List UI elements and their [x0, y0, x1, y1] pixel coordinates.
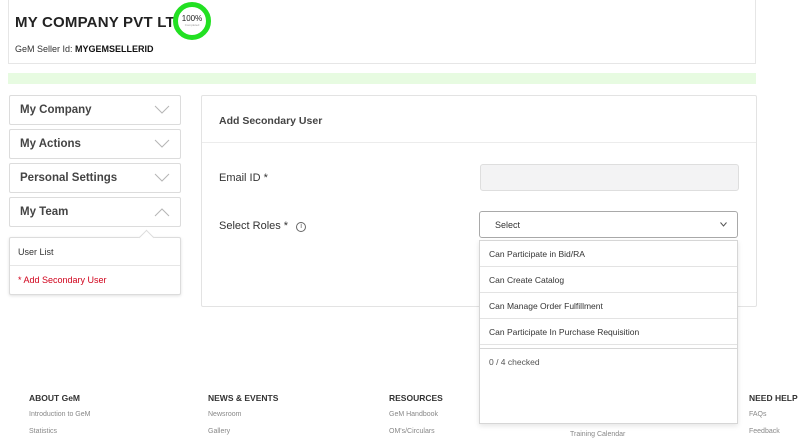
email-label: Email ID * [219, 172, 268, 184]
role-option-bid-ra[interactable]: Can Participate in Bid/RA [480, 241, 737, 267]
footer-column-resources: RESOURCES GeM Handbook OM's/Circulars [389, 393, 443, 445]
roles-label: Select Roles * [219, 220, 289, 232]
roles-select[interactable]: Select [479, 211, 738, 238]
footer-heading: NEED HELP [749, 393, 798, 403]
footer-link[interactable]: OM's/Circulars [389, 428, 443, 435]
divider [202, 142, 756, 143]
footer-column-news: NEWS & EVENTS Newsroom Gallery [208, 393, 278, 445]
seller-id: GeM Seller Id: MYGEMSELLERID [15, 44, 154, 54]
sidebar-item-label: My Company [20, 104, 92, 116]
footer-link[interactable]: FAQs [749, 411, 798, 418]
notification-bar [8, 73, 756, 84]
sidebar-item-label: My Team [20, 206, 69, 218]
submenu-item-add-secondary-user[interactable]: * Add Secondary User [10, 266, 180, 294]
email-field[interactable] [480, 164, 739, 191]
sidebar-item-my-company[interactable]: My Company [9, 95, 181, 125]
footer-heading: RESOURCES [389, 393, 443, 403]
sidebar-item-my-team[interactable]: My Team [9, 197, 181, 227]
chevron-down-icon [154, 173, 170, 182]
sidebar-item-label: Personal Settings [20, 172, 118, 184]
seller-id-label: GeM Seller Id: [15, 44, 76, 54]
roles-select-value: Select [495, 219, 521, 230]
panel-title: Add Secondary User [219, 115, 323, 127]
footer-column-help: NEED HELP FAQs Feedback [749, 393, 798, 445]
sidebar-item-label: My Actions [20, 138, 81, 150]
sidebar-item-my-actions[interactable]: My Actions [9, 129, 181, 159]
footer-link[interactable]: GeM Handbook [389, 411, 443, 418]
seller-id-value: MYGEMSELLERID [75, 44, 154, 54]
role-option-order-fulfillment[interactable]: Can Manage Order Fulfillment [480, 293, 737, 319]
role-option-purchase-requisition[interactable]: Can Participate In Purchase Requisition [480, 319, 737, 345]
company-name: MY COMPANY PVT LTD [15, 14, 186, 31]
chevron-down-icon [154, 139, 170, 148]
company-header: MY COMPANY PVT LTD 100% Completed GeM Se… [8, 0, 756, 64]
my-team-submenu: User List * Add Secondary User [9, 237, 181, 295]
footer-link[interactable]: Newsroom [208, 411, 278, 418]
profile-completion-ring: 100% Completed [173, 2, 211, 40]
roles-label-row: Select Roles * i [219, 220, 307, 232]
submenu-item-user-list[interactable]: User List [10, 238, 180, 266]
role-option-create-catalog[interactable]: Can Create Catalog [480, 267, 737, 293]
footer-heading: NEWS & EVENTS [208, 393, 279, 403]
profile-completion-sub: Completed [184, 23, 200, 27]
sidebar: My Company My Actions Personal Settings … [9, 95, 181, 295]
footer-link[interactable]: Gallery [208, 428, 278, 435]
footer-link[interactable]: Statistics [29, 428, 90, 435]
info-icon[interactable]: i [296, 222, 307, 232]
footer-column-about: ABOUT GeM Introduction to GeM Statistics [29, 393, 90, 445]
roles-dropdown: Can Participate in Bid/RA Can Create Cat… [479, 240, 738, 424]
profile-completion-value: 100% [181, 14, 203, 23]
chevron-up-icon [154, 208, 170, 217]
chevron-down-icon [154, 105, 170, 114]
footer-link-training-calendar[interactable]: Training Calendar [570, 431, 625, 438]
chevron-down-icon [720, 222, 727, 227]
footer-link[interactable]: Introduction to GeM [29, 411, 90, 418]
footer-link[interactable]: Feedback [749, 428, 798, 435]
sidebar-item-personal-settings[interactable]: Personal Settings [9, 163, 181, 193]
checked-count: 0 / 4 checked [489, 357, 540, 367]
footer-heading: ABOUT GeM [29, 393, 80, 403]
